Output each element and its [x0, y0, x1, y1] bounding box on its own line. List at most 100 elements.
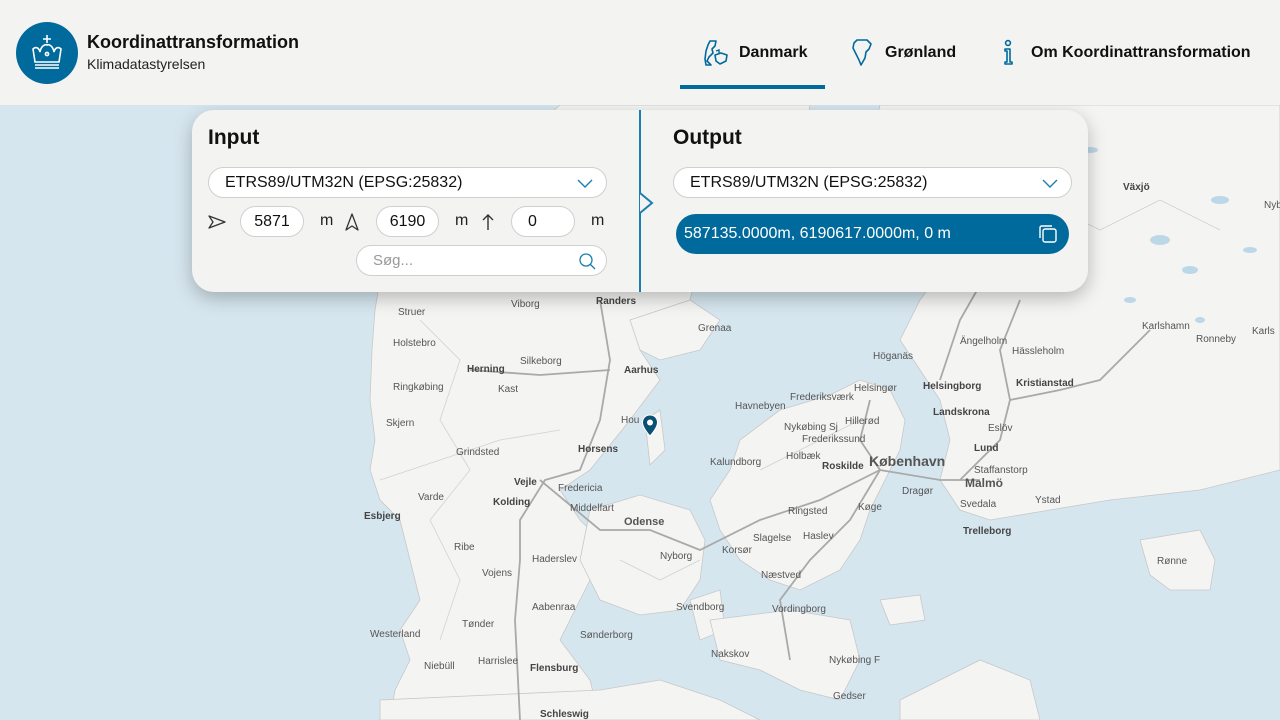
- search-field[interactable]: [356, 245, 607, 276]
- map-label: Eslöv: [988, 423, 1012, 434]
- map-label: Harrislee: [478, 656, 518, 667]
- northing-arrow-icon: [344, 213, 360, 236]
- map-label: Aabenraa: [532, 602, 576, 613]
- map-label: Hillerød: [845, 416, 879, 427]
- map-label: Trelleborg: [963, 526, 1011, 537]
- northing-input[interactable]: 6190: [376, 206, 439, 237]
- map-label: Haderslev: [532, 554, 577, 565]
- map-label: Varde: [418, 492, 444, 503]
- tab-danmark-label: Danmark: [739, 43, 808, 61]
- map-label: Hou: [621, 415, 639, 426]
- map-label: Kolding: [493, 497, 530, 508]
- map-label: Helsingborg: [923, 381, 981, 392]
- active-tab-indicator: [680, 85, 825, 89]
- map-label: Dragør: [902, 486, 934, 497]
- map-label: Silkeborg: [520, 356, 562, 367]
- map-label: Nyb: [1264, 200, 1280, 211]
- search-input[interactable]: [373, 252, 573, 269]
- height-input[interactable]: 0: [511, 206, 575, 237]
- denmark-map-icon: [703, 38, 729, 68]
- easting-unit: m: [320, 212, 334, 229]
- map-label: Tønder: [462, 619, 495, 630]
- map-label: Schleswig: [540, 709, 589, 720]
- map-label: København: [869, 453, 945, 469]
- search-icon[interactable]: [578, 252, 596, 275]
- map-label: Køge: [858, 502, 882, 513]
- map-label: Flensburg: [530, 663, 578, 674]
- info-icon: [995, 38, 1021, 68]
- map-label: Herning: [467, 364, 505, 375]
- map-label: Svedala: [960, 499, 997, 510]
- map-label: Sønderborg: [580, 630, 633, 641]
- map-label: Skjern: [386, 418, 414, 429]
- map-label: Viborg: [511, 299, 540, 310]
- map-label: Karlshamn: [1142, 321, 1190, 332]
- map-label: Esbjerg: [364, 511, 401, 522]
- map-label: Frederikssund: [802, 434, 865, 445]
- map-label: Lund: [974, 443, 998, 454]
- map-label: Staffanstorp: [974, 465, 1028, 476]
- map-label: Roskilde: [822, 461, 864, 472]
- map-label: Fredericia: [558, 483, 603, 494]
- tab-gronland-label: Grønland: [885, 43, 957, 61]
- transform-panel: Input ETRS89/UTM32N (EPSG:25832) 5871 m …: [192, 110, 1088, 292]
- tab-gronland[interactable]: Grønland: [849, 0, 956, 105]
- map-label: Westerland: [370, 629, 420, 640]
- map-label: Slagelse: [753, 533, 792, 544]
- map-label: Karls: [1252, 326, 1275, 337]
- map-label: Svendborg: [676, 602, 724, 613]
- map-label: Korsør: [722, 545, 753, 556]
- map-label: Kristianstad: [1016, 378, 1074, 389]
- northing-unit: m: [455, 212, 469, 229]
- map-label: Vejle: [514, 477, 537, 488]
- map-label: Ribe: [454, 542, 475, 553]
- output-title: Output: [673, 126, 742, 149]
- crown-logo-icon[interactable]: [16, 22, 78, 84]
- output-crs-value: ETRS89/UTM32N (EPSG:25832): [690, 173, 928, 191]
- tab-om-label: Om Koordinattransformation: [1031, 43, 1251, 61]
- map-label: Næstved: [761, 570, 801, 581]
- input-crs-select[interactable]: ETRS89/UTM32N (EPSG:25832): [208, 167, 607, 198]
- height-unit: m: [591, 212, 605, 229]
- map-label: Kast: [498, 384, 518, 395]
- copy-icon[interactable]: [1037, 223, 1059, 250]
- map-label: Aarhus: [624, 365, 659, 376]
- map-label: Ringsted: [788, 506, 827, 517]
- map-label: Nakskov: [711, 649, 749, 660]
- map-label: Nyborg: [660, 551, 692, 562]
- output-result-text: 587135.0000m, 6190617.0000m, 0 m: [684, 225, 951, 242]
- map-label: Kalundborg: [710, 457, 761, 468]
- map-label: Nykøbing F: [829, 655, 880, 666]
- input-crs-value: ETRS89/UTM32N (EPSG:25832): [225, 173, 463, 191]
- map-label: Ängelholm: [960, 335, 1007, 347]
- app-subtitle: Klimadatastyrelsen: [87, 56, 206, 72]
- output-crs-select[interactable]: ETRS89/UTM32N (EPSG:25832): [673, 167, 1072, 198]
- easting-arrow-icon: [208, 214, 226, 235]
- map-label: Randers: [596, 296, 636, 307]
- map-label: Gedser: [833, 691, 866, 702]
- map-label: Höganäs: [873, 351, 913, 362]
- map-label: Nykøbing Sj: [784, 422, 838, 433]
- map-label: Helsingør: [854, 383, 897, 394]
- map-label: Haslev: [803, 531, 834, 542]
- location-pin-icon[interactable]: [641, 414, 659, 443]
- map-label: Holbæk: [786, 451, 821, 462]
- map-label: Horsens: [578, 444, 618, 455]
- tab-danmark[interactable]: Danmark: [703, 0, 807, 105]
- app-title: Koordinattransformation: [87, 32, 300, 52]
- map-label: Niebüll: [424, 661, 455, 672]
- output-result: 587135.0000m, 6190617.0000m, 0 m: [676, 214, 1069, 254]
- chevron-down-icon: [576, 174, 594, 197]
- map-label: Ringkøbing: [393, 382, 444, 393]
- map-label: Malmö: [965, 476, 1003, 490]
- easting-input[interactable]: 5871: [240, 206, 304, 237]
- map-label: Frederiksværk: [790, 392, 855, 403]
- app-header: Koordinattransformation Klimadatastyrels…: [0, 0, 1280, 105]
- tab-om[interactable]: Om Koordinattransformation: [995, 0, 1251, 105]
- map-label: Vojens: [482, 568, 512, 579]
- map-label: Landskrona: [933, 407, 990, 418]
- map-label: Vordingborg: [772, 604, 826, 615]
- map-label: Växjö: [1123, 182, 1150, 193]
- map-label: Odense: [624, 516, 664, 528]
- map-label: Grindsted: [456, 447, 499, 458]
